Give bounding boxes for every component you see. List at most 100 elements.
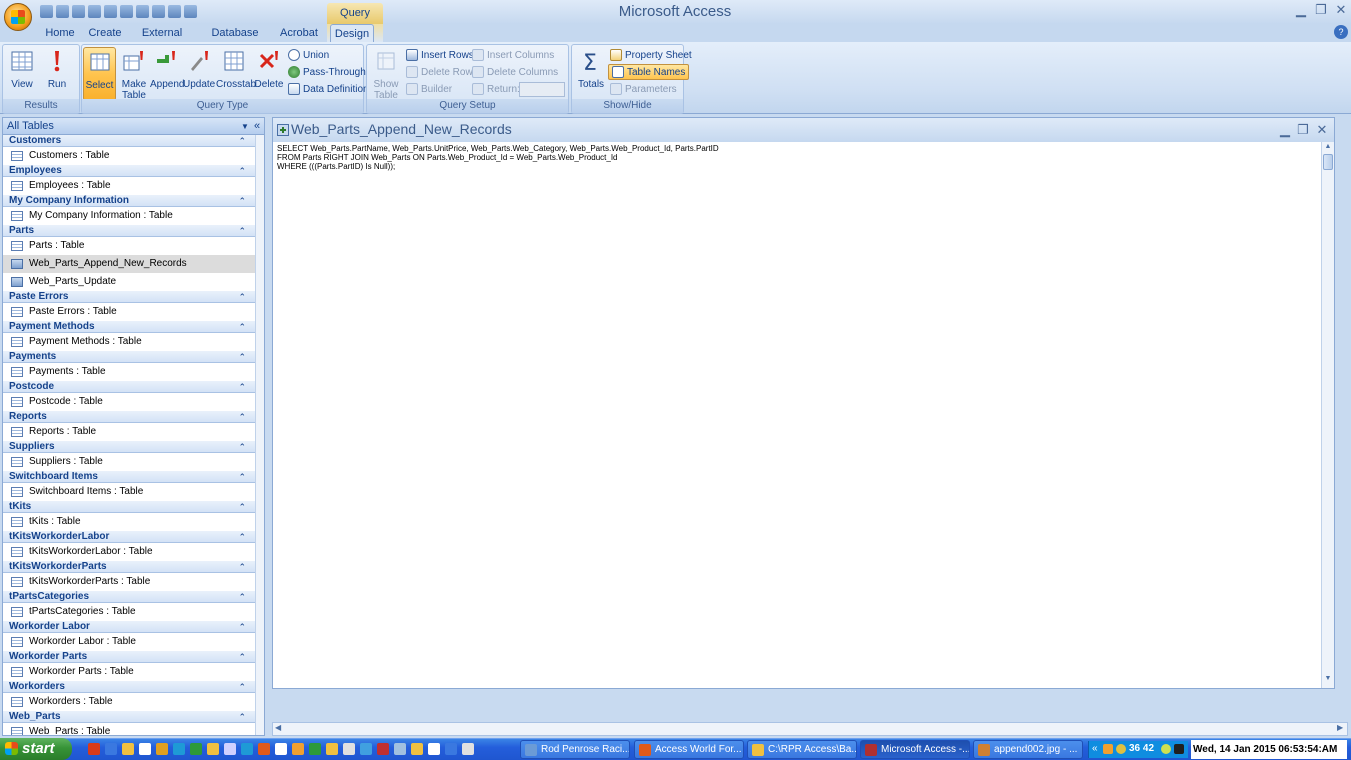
doc-restore-icon[interactable]: ❐: [1294, 122, 1312, 138]
save-icon[interactable]: [40, 4, 53, 18]
print-icon[interactable]: [72, 4, 85, 18]
tab-acrobat[interactable]: Acrobat: [278, 24, 320, 42]
tray-expand-icon[interactable]: «: [1092, 743, 1098, 754]
view-button[interactable]: View: [6, 47, 38, 101]
nav-table-item[interactable]: Customers : Table: [3, 147, 255, 165]
delete-rows-button[interactable]: Delete Rows: [406, 64, 478, 80]
tab-design[interactable]: Design: [330, 24, 374, 42]
nav-table-item[interactable]: Switchboard Items : Table: [3, 483, 255, 501]
chevron-up-icon[interactable]: ⌃: [238, 561, 246, 573]
totals-button[interactable]: Σ Totals: [575, 47, 607, 101]
quick-launch-icon[interactable]: [190, 743, 202, 755]
nav-scrollbar[interactable]: [255, 135, 264, 735]
taskbar-task-button[interactable]: Access World For...: [634, 740, 744, 759]
nav-pane-header[interactable]: All Tables ▼ «: [3, 118, 264, 135]
quick-launch-icon[interactable]: [207, 743, 219, 755]
quick-launch-icon[interactable]: [309, 743, 321, 755]
nav-group-header[interactable]: Workorder Labor ⌃: [3, 621, 255, 633]
quick-launch-icon[interactable]: [156, 743, 168, 755]
quick-launch-icon[interactable]: [105, 743, 117, 755]
redo-icon[interactable]: [152, 4, 165, 18]
clock[interactable]: Wed, 14 Jan 2015 06:53:54:AM: [1191, 740, 1347, 759]
run-button[interactable]: Run: [41, 47, 73, 101]
table-names-button[interactable]: Table Names: [608, 64, 690, 80]
chevron-up-icon[interactable]: ⌃: [238, 321, 246, 333]
chevron-up-icon[interactable]: ⌃: [238, 501, 246, 513]
quick-launch-icon[interactable]: [258, 743, 270, 755]
customize-toolbar-icon[interactable]: [184, 4, 197, 18]
restore-icon[interactable]: ❐: [1312, 2, 1330, 18]
nav-table-item[interactable]: tPartsCategories : Table: [3, 603, 255, 621]
chevron-up-icon[interactable]: ⌃: [238, 711, 246, 723]
quick-launch-icon[interactable]: [377, 743, 389, 755]
chevron-up-icon[interactable]: ⌃: [238, 651, 246, 663]
scroll-left-icon[interactable]: ◀: [275, 723, 281, 732]
chevron-up-icon[interactable]: ⌃: [238, 471, 246, 483]
close-icon[interactable]: ✕: [1332, 2, 1350, 18]
nav-group-header[interactable]: My Company Information ⌃: [3, 195, 255, 207]
select-query-button[interactable]: Select: [83, 47, 116, 101]
chevron-up-icon[interactable]: ⌃: [238, 531, 246, 543]
doc-close-icon[interactable]: ✕: [1313, 122, 1331, 138]
nav-group-header[interactable]: Paste Errors ⌃: [3, 291, 255, 303]
nav-table-item[interactable]: Payments : Table: [3, 363, 255, 381]
make-table-button[interactable]: Make Table: [118, 47, 150, 101]
quick-launch-icon[interactable]: [139, 743, 151, 755]
delete-columns-button[interactable]: Delete Columns: [472, 64, 558, 80]
help-icon[interactable]: [168, 4, 181, 18]
nav-table-item[interactable]: My Company Information : Table: [3, 207, 255, 225]
new-icon[interactable]: [120, 4, 133, 18]
nav-table-item[interactable]: Reports : Table: [3, 423, 255, 441]
nav-table-item[interactable]: tKitsWorkorderLabor : Table: [3, 543, 255, 561]
chevron-up-icon[interactable]: ⌃: [238, 681, 246, 693]
chevron-up-icon[interactable]: ⌃: [238, 135, 246, 147]
shutter-bar-close-icon[interactable]: «: [254, 118, 260, 135]
nav-table-item[interactable]: Web_Parts : Table: [3, 723, 255, 735]
scroll-up-icon[interactable]: ▲: [1323, 143, 1333, 153]
chevron-up-icon[interactable]: ⌃: [238, 621, 246, 633]
nav-group-header[interactable]: tPartsCategories ⌃: [3, 591, 255, 603]
chevron-up-icon[interactable]: ⌃: [238, 591, 246, 603]
insert-rows-button[interactable]: Insert Rows: [406, 47, 474, 63]
quick-launch-icon[interactable]: [326, 743, 338, 755]
nav-table-item[interactable]: Suppliers : Table: [3, 453, 255, 471]
quick-launch-icon[interactable]: [241, 743, 253, 755]
nav-group-header[interactable]: Employees ⌃: [3, 165, 255, 177]
minimize-icon[interactable]: ▁: [1292, 2, 1310, 18]
chevron-up-icon[interactable]: ⌃: [238, 165, 246, 177]
office-button[interactable]: [4, 3, 32, 31]
quick-launch-icon[interactable]: [88, 743, 100, 755]
nav-group-header[interactable]: Payments ⌃: [3, 351, 255, 363]
builder-button[interactable]: Builder: [406, 81, 452, 97]
property-sheet-button[interactable]: Property Sheet: [610, 47, 692, 63]
sql-vertical-scrollbar[interactable]: ▲ ▼: [1321, 142, 1334, 688]
nav-table-item[interactable]: tKits : Table: [3, 513, 255, 531]
taskbar-task-button[interactable]: C:\RPR Access\Ba...: [747, 740, 857, 759]
print-preview-icon[interactable]: [88, 4, 101, 18]
chevron-up-icon[interactable]: ⌃: [238, 351, 246, 363]
help-icon[interactable]: ?: [1334, 25, 1348, 39]
nav-group-header[interactable]: tKitsWorkorderParts ⌃: [3, 561, 255, 573]
sql-scroll-thumb[interactable]: [1323, 154, 1333, 170]
nav-query-item[interactable]: Web_Parts_Append_New_Records: [3, 255, 255, 273]
nav-group-header[interactable]: Workorder Parts ⌃: [3, 651, 255, 663]
nav-table-item[interactable]: Workorders : Table: [3, 693, 255, 711]
show-table-button[interactable]: Show Table: [369, 47, 403, 101]
nav-group-header[interactable]: Parts ⌃: [3, 225, 255, 237]
quick-launch-icon[interactable]: [462, 743, 474, 755]
nav-group-header[interactable]: Switchboard Items ⌃: [3, 471, 255, 483]
sql-editor[interactable]: SELECT Web_Parts.PartName, Web_Parts.Uni…: [277, 144, 1317, 171]
tab-create[interactable]: Create: [86, 24, 124, 42]
nav-group-header[interactable]: Payment Methods ⌃: [3, 321, 255, 333]
nav-group-header[interactable]: Suppliers ⌃: [3, 441, 255, 453]
open-icon[interactable]: [136, 4, 149, 18]
horizontal-scrollbar[interactable]: ◀ ▶: [272, 722, 1348, 736]
nav-table-item[interactable]: Payment Methods : Table: [3, 333, 255, 351]
scroll-right-icon[interactable]: ▶: [1337, 723, 1343, 732]
nav-table-item[interactable]: Workorder Parts : Table: [3, 663, 255, 681]
quick-launch-icon[interactable]: [224, 743, 236, 755]
spelling-icon[interactable]: [104, 4, 117, 18]
crosstab-button[interactable]: Crosstab: [216, 47, 256, 101]
insert-columns-button[interactable]: Insert Columns: [472, 47, 554, 63]
pass-through-button[interactable]: Pass-Through: [288, 64, 366, 80]
